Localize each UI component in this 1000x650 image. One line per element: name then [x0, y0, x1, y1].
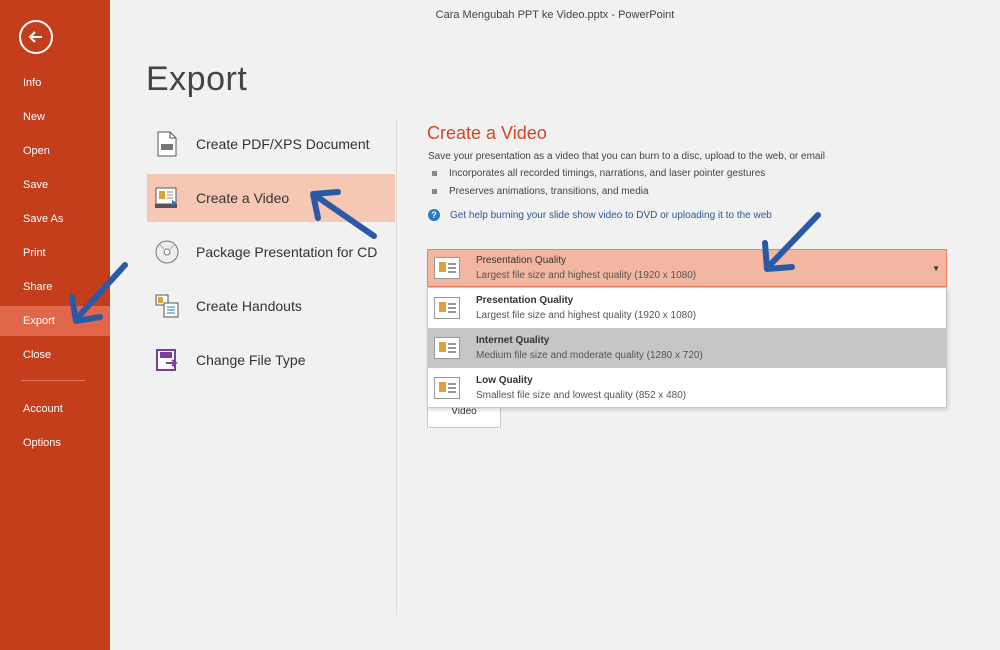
quality-title: Presentation Quality — [476, 255, 567, 266]
window-title: Cara Mengubah PPT ke Video.pptx - PowerP… — [435, 9, 675, 21]
panel-description: Save your presentation as a video that y… — [428, 151, 825, 162]
chevron-down-icon[interactable]: ▼ — [932, 264, 940, 273]
quality-option-low[interactable]: Low Quality Smallest file size and lowes… — [428, 368, 946, 408]
annotation-arrow-icon — [69, 262, 128, 324]
help-link[interactable]: ? Get help burning your slide show video … — [428, 209, 772, 221]
slide-quality-icon — [434, 337, 460, 359]
quality-option-presentation[interactable]: Presentation Quality Largest file size a… — [428, 288, 946, 328]
slide-quality-icon — [434, 297, 460, 319]
nav-item-options[interactable]: Options — [0, 428, 110, 458]
bullet-square — [432, 189, 437, 194]
export-option-label: Create Handouts — [196, 298, 302, 314]
back-button[interactable] — [19, 20, 53, 54]
nav-item-new[interactable]: New — [0, 102, 110, 132]
video-icon — [153, 184, 181, 212]
file-type-icon — [153, 346, 181, 374]
annotation-arrow-icon — [310, 189, 377, 239]
help-question-icon: ? — [428, 209, 440, 221]
export-option-pdf[interactable]: Create PDF/XPS Document — [147, 120, 395, 168]
quality-option-title: Low Quality — [476, 375, 533, 386]
slide-quality-icon — [434, 257, 460, 279]
nav-item-account[interactable]: Account — [0, 394, 110, 424]
nav-item-open[interactable]: Open — [0, 136, 110, 166]
bullet-text: Preserves animations, transitions, and m… — [449, 186, 649, 197]
nav-item-save-as[interactable]: Save As — [0, 204, 110, 234]
quality-option-internet[interactable]: Internet Quality Medium file size and mo… — [428, 328, 946, 368]
handouts-icon — [153, 292, 181, 320]
back-arrow-icon — [28, 31, 42, 43]
feature-bullet: Incorporates all recorded timings, narra… — [432, 168, 765, 179]
bullet-text: Incorporates all recorded timings, narra… — [449, 168, 766, 179]
slide-quality-icon — [434, 377, 460, 399]
quality-option-subtitle: Smallest file size and lowest quality (8… — [476, 390, 687, 401]
panel-divider — [396, 120, 397, 615]
nav-item-save[interactable]: Save — [0, 170, 110, 200]
quality-dropdown[interactable]: Presentation Quality Largest file size a… — [427, 249, 947, 287]
help-link-text[interactable]: Get help burning your slide show video t… — [450, 210, 772, 221]
bullet-square — [432, 171, 437, 176]
nav-item-close[interactable]: Close — [0, 340, 110, 370]
quality-subtitle: Largest file size and highest quality (1… — [476, 270, 697, 281]
annotation-arrow-icon — [762, 212, 821, 272]
quality-option-subtitle: Medium file size and moderate quality (1… — [476, 350, 703, 361]
quality-option-title: Internet Quality — [476, 335, 550, 346]
nav-item-info[interactable]: Info — [0, 68, 110, 98]
panel-title: Create a Video — [427, 123, 547, 143]
export-option-label: Create PDF/XPS Document — [196, 136, 370, 152]
quality-option-subtitle: Largest file size and highest quality (1… — [476, 310, 697, 321]
quality-dropdown-menu: Presentation Quality Largest file size a… — [427, 287, 947, 408]
quality-option-title: Presentation Quality — [476, 295, 574, 306]
sidebar-divider — [21, 380, 85, 381]
export-option-file-type[interactable]: Change File Type — [147, 336, 395, 384]
cd-icon — [153, 238, 181, 266]
export-option-label: Create a Video — [196, 190, 290, 206]
page-title: Export — [146, 60, 248, 98]
export-option-handouts[interactable]: Create Handouts — [147, 282, 395, 330]
export-option-label: Change File Type — [196, 352, 306, 368]
pdf-document-icon — [153, 130, 181, 158]
feature-bullet: Preserves animations, transitions, and m… — [432, 186, 649, 197]
